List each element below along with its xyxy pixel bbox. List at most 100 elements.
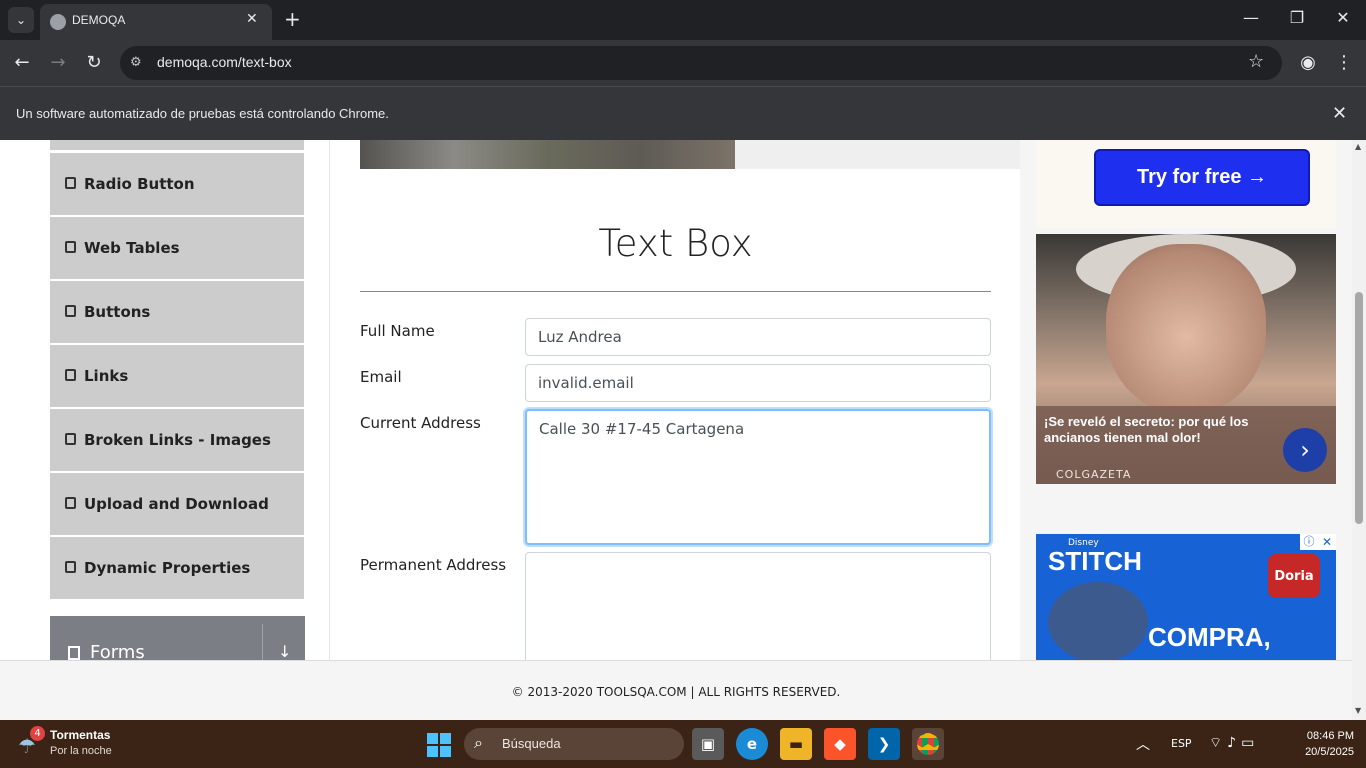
sidebar-item-links[interactable]: Links [50,345,304,407]
sidebar-item-upload-download[interactable]: Upload and Download [50,473,304,535]
scroll-down-arrow-icon[interactable]: ▼ [1355,706,1361,715]
close-window-button[interactable]: ✕ [1320,8,1366,27]
html5-icon [65,305,76,317]
restore-button[interactable]: ❐ [1274,8,1320,27]
scroll-up-arrow-icon[interactable]: ▲ [1355,142,1361,151]
language-indicator[interactable]: ESP [1171,737,1192,750]
sidebar-group-forms[interactable]: Forms ↓ [50,616,305,660]
clock[interactable]: 08:46 PM 20/5/2025 [1284,728,1354,760]
address-bar[interactable]: ⚙ demoqa.com/text-box ☆ [120,46,1282,80]
html5-icon [65,177,76,189]
banner-background [735,140,1020,169]
chevron-right-icon[interactable]: › [1283,428,1327,472]
reload-button[interactable]: ↻ [82,52,106,74]
divider [360,291,991,292]
ad-banner-top[interactable]: Try for free → [1036,140,1336,228]
scroll-thumb[interactable] [1355,292,1363,524]
menu-kebab-icon[interactable]: ⋮ [1332,52,1356,74]
full-name-label: Full Name [360,322,435,340]
full-name-input[interactable]: Luz Andrea [525,318,991,356]
browser-tab[interactable]: DEMOQA ✕ [40,4,272,40]
site-settings-icon[interactable]: ⚙ [130,55,142,70]
ad-image-face [1106,244,1266,414]
clock-time: 08:46 PM [1306,730,1354,742]
ad-banner-bottom[interactable]: Disney STITCH Doria COMPRA, ⓘ ✕ [1036,534,1336,660]
chevron-down-icon[interactable]: ↓ [278,642,291,660]
ad-banner-middle[interactable]: ¡Se reveló el secreto: por qué los ancia… [1036,234,1336,484]
sidebar-item-broken-links[interactable]: Broken Links - Images [50,409,304,471]
forms-icon [68,646,80,660]
sidebar-item-buttons[interactable]: Buttons [50,281,304,343]
wifi-volume-battery-icons[interactable]: ⌔♪▭ [1209,734,1259,752]
vscode-icon[interactable]: ❯ [868,728,900,760]
weather-badge: 4 [30,726,45,741]
url-text[interactable]: demoqa.com/text-box [157,54,292,70]
page-scrollbar[interactable]: ▲ ▼ [1352,140,1366,720]
ad-brand: COLGAZETA [1056,468,1132,481]
profile-icon[interactable]: ◉ [1296,52,1320,74]
sidebar-item-label: Upload and Download [84,495,269,513]
sidebar-item-web-tables[interactable]: Web Tables [50,217,304,279]
forward-button[interactable]: → [46,52,70,74]
sidebar-item-label: Radio Button [84,175,195,193]
ad-character-image [1048,582,1148,660]
search-placeholder: Búsqueda [502,736,561,751]
ad-stitch-logo: STITCH [1048,546,1142,576]
page-footer: © 2013-2020 TOOLSQA.COM | ALL RIGHTS RES… [0,660,1352,720]
banner-image[interactable] [360,140,735,169]
ad-close-icon[interactable]: ✕ [1318,534,1336,550]
globe-icon [50,14,66,30]
html5-icon [65,497,76,509]
ad-headline[interactable]: ¡Se reveló el secreto: por qué los ancia… [1044,414,1284,446]
browser-toolbar: ← → ↻ ⚙ demoqa.com/text-box ☆ ◉ ⋮ [0,40,1366,86]
new-tab-button[interactable]: + [284,8,301,30]
left-sidebar: Radio Button Web Tables Buttons Links Br… [30,140,330,660]
sidebar-item-dynamic-properties[interactable]: Dynamic Properties [50,537,304,599]
try-for-free-button[interactable]: Try for free → [1094,149,1310,206]
minimize-button[interactable]: — [1228,8,1274,27]
permanent-address-textarea[interactable] [525,552,991,660]
tab-search-button[interactable]: ⌄ [8,7,34,33]
html5-icon [65,561,76,573]
sidebar-item-label: Links [84,367,129,385]
windows-taskbar: ☂ 4 Tormentas Por la noche ⌕ Búsqueda ▣ … [0,720,1366,768]
group-label: Forms [90,642,145,660]
current-address-label: Current Address [360,414,481,432]
close-info-bar-icon[interactable]: ✕ [1332,103,1347,124]
windows-start-icon[interactable] [427,733,451,757]
brave-icon[interactable]: ◆ [824,728,856,760]
taskbar-search[interactable]: ⌕ Búsqueda [464,728,684,760]
ad-cta-text: COMPRA, [1148,622,1271,652]
html5-icon [65,433,76,445]
clock-date: 20/5/2025 [1305,746,1354,758]
current-address-textarea[interactable]: Calle 30 #17-45 Cartagena [525,409,991,545]
footer-text: © 2013-2020 TOOLSQA.COM | ALL RIGHTS RES… [511,685,841,699]
weather-subtitle[interactable]: Por la noche [50,745,112,757]
ad-doria-logo: Doria [1268,554,1320,598]
sidebar-item-previous[interactable] [50,140,304,150]
html5-icon [65,369,76,381]
email-label: Email [360,368,402,386]
automation-info-bar: Un software automatizado de pruebas está… [0,86,1366,140]
info-bar-text: Un software automatizado de pruebas está… [16,106,389,121]
chrome-icon[interactable] [912,728,944,760]
weather-title[interactable]: Tormentas [50,728,110,742]
back-button[interactable]: ← [10,52,34,74]
ad-column: Try for free → ¡Se reveló el secreto: po… [1020,140,1352,660]
task-view-icon[interactable]: ▣ [692,728,724,760]
close-tab-icon[interactable]: ✕ [246,11,258,27]
edge-icon[interactable]: e [736,728,768,760]
page-content: Radio Button Web Tables Buttons Links Br… [0,140,1352,660]
html5-icon [65,241,76,253]
search-icon: ⌕ [474,733,483,752]
title-bar: ⌄ DEMOQA ✕ + — ❐ ✕ [0,0,1366,40]
file-explorer-icon[interactable]: ▬ [780,728,812,760]
ad-info-icon[interactable]: ⓘ [1300,534,1318,550]
email-input[interactable]: invalid.email [525,364,991,402]
divider [262,624,263,660]
sidebar-item-label: Broken Links - Images [84,431,271,449]
bookmark-star-icon[interactable]: ☆ [1248,51,1264,72]
sidebar-item-label: Dynamic Properties [84,559,251,577]
chevron-up-icon[interactable]: ︿ [1136,734,1150,754]
sidebar-item-radio-button[interactable]: Radio Button [50,153,304,215]
